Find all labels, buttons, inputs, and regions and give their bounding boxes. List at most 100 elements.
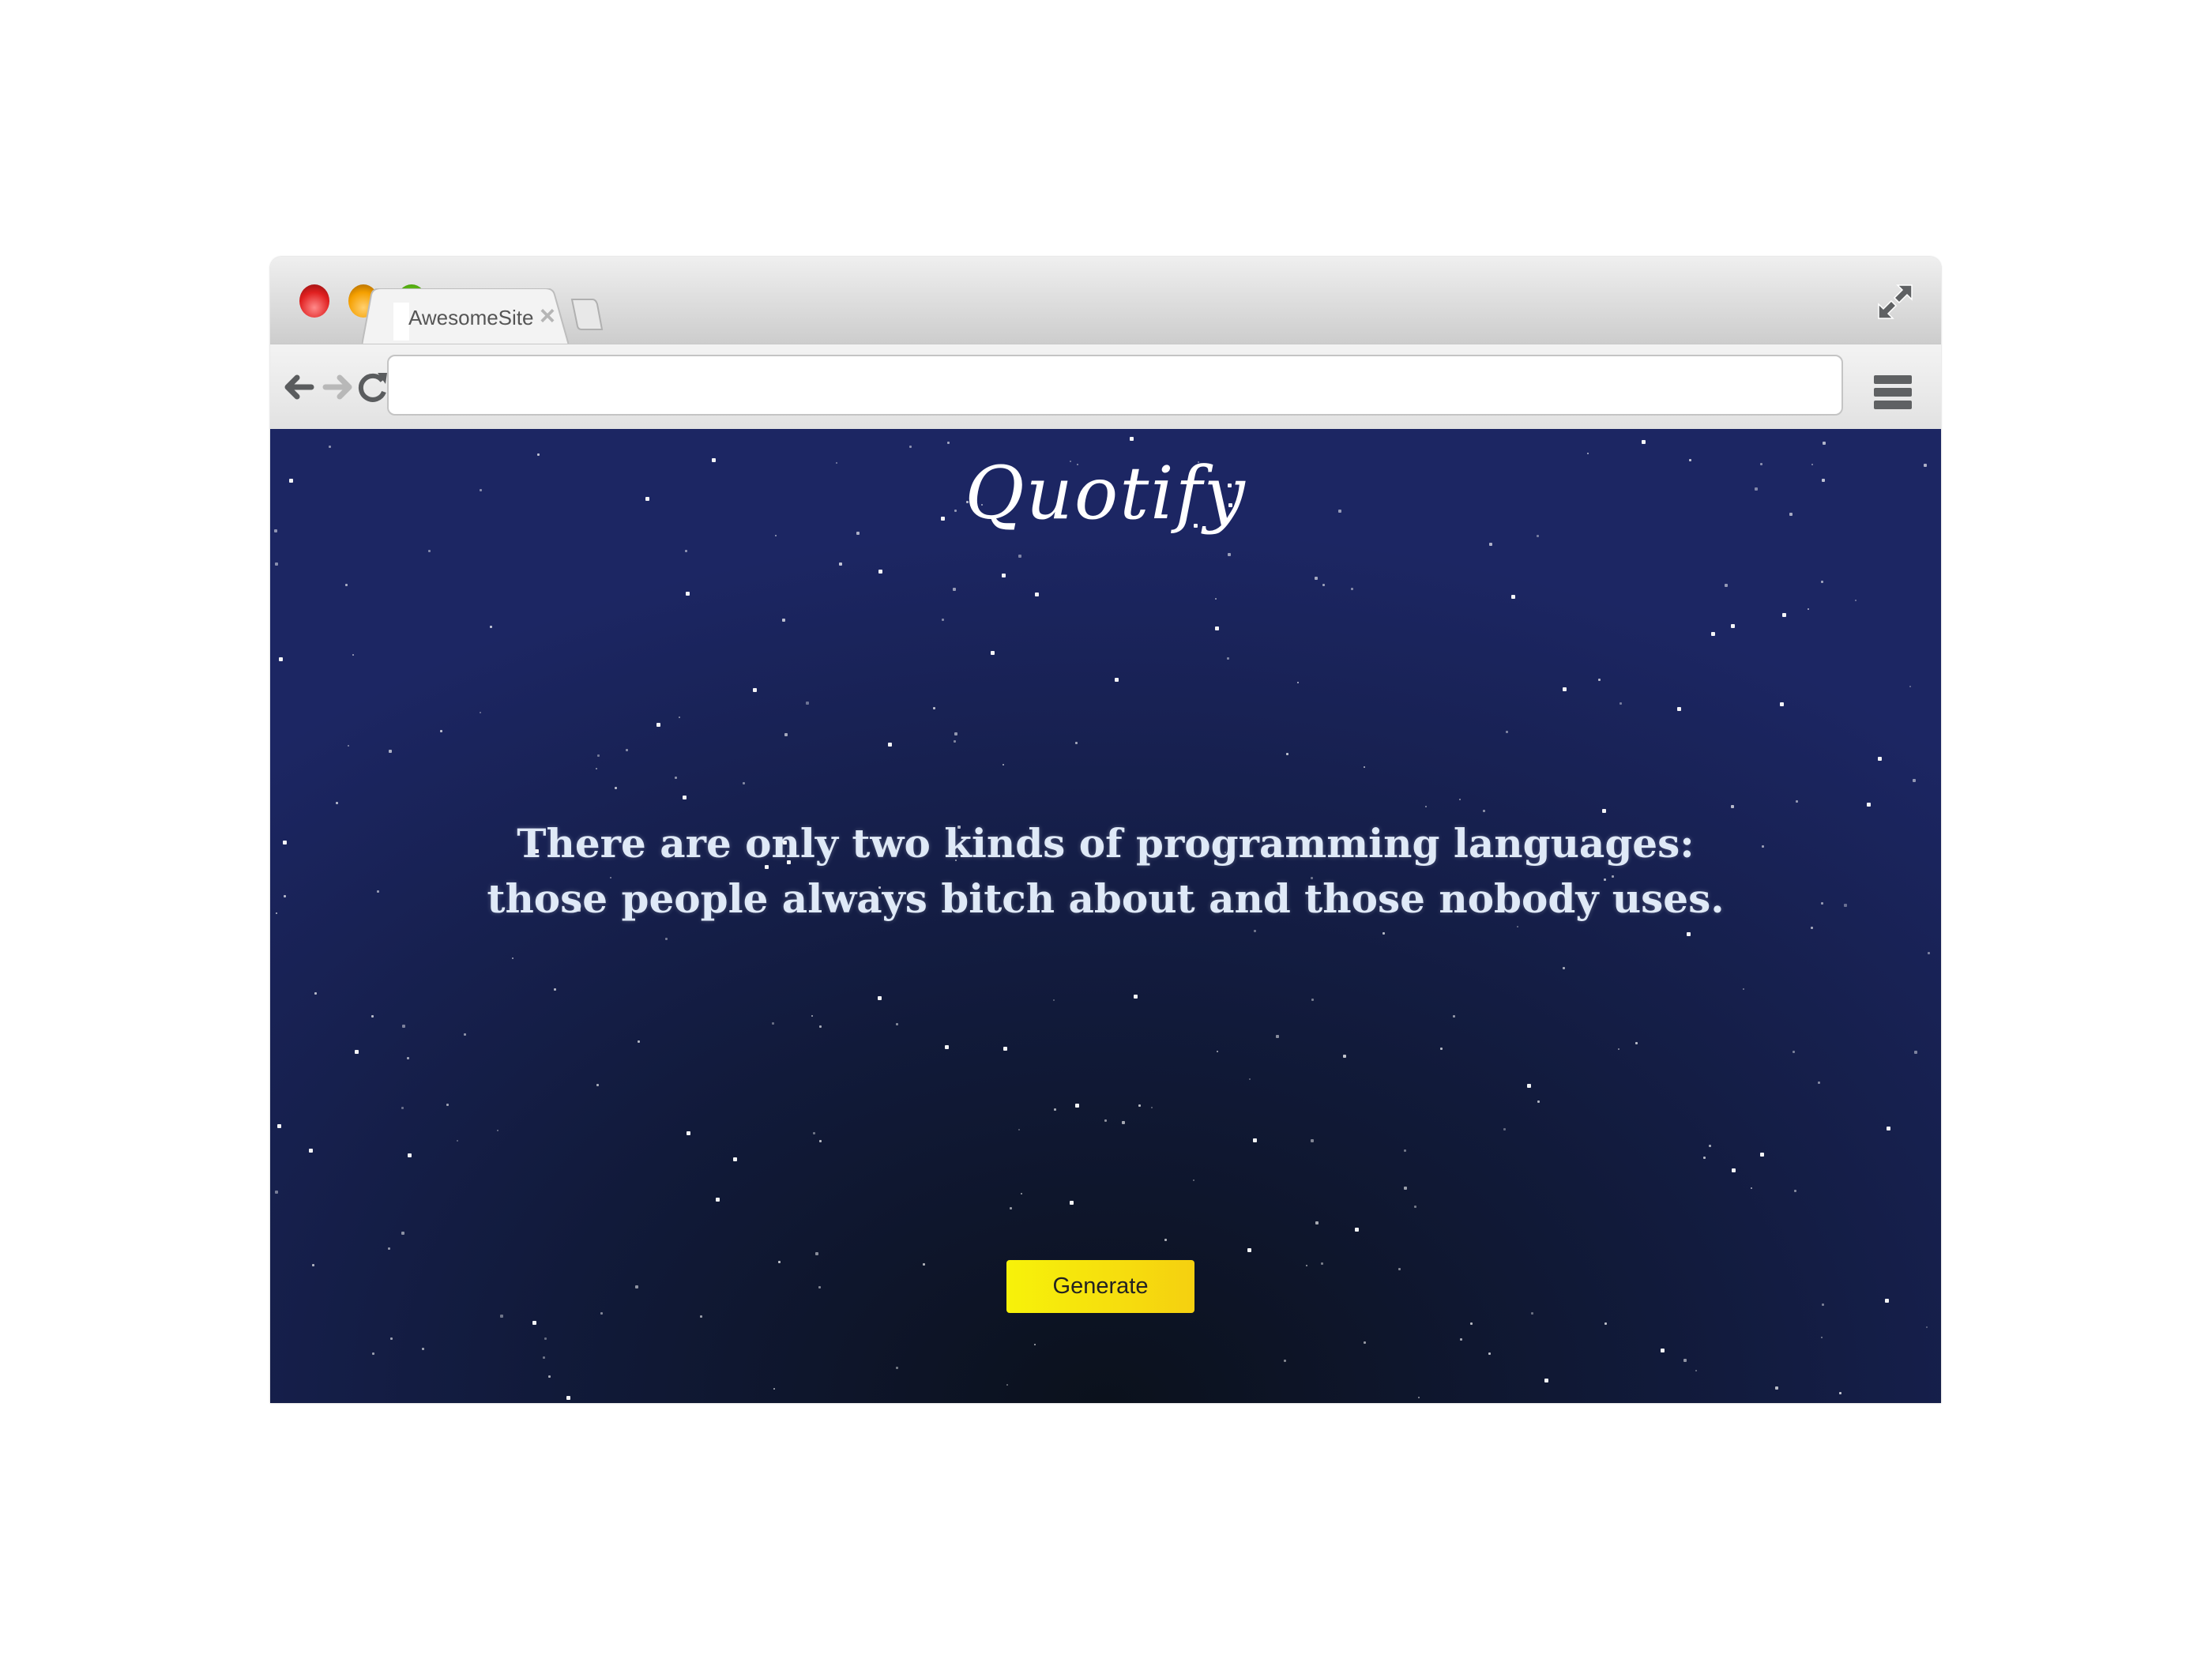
star — [1321, 1262, 1323, 1265]
star — [1453, 1015, 1455, 1018]
quote-line: those people always bitch about and thos… — [487, 875, 1725, 922]
star — [1364, 1341, 1366, 1344]
star — [1053, 999, 1055, 1001]
star — [1531, 1312, 1533, 1315]
tab-title: AwesomeSite — [408, 306, 534, 329]
star — [1460, 1338, 1462, 1341]
star — [683, 796, 687, 799]
star — [1070, 1201, 1074, 1205]
star — [1306, 1265, 1307, 1266]
star — [1193, 1179, 1194, 1181]
star — [947, 442, 950, 444]
star — [1343, 1055, 1346, 1058]
star — [490, 626, 492, 628]
star — [773, 1388, 775, 1390]
star — [1511, 595, 1515, 599]
star — [388, 1247, 390, 1250]
star — [1725, 584, 1728, 587]
star — [1075, 742, 1078, 744]
star — [733, 1157, 737, 1161]
star — [896, 1023, 898, 1025]
star — [554, 988, 556, 991]
star — [1563, 967, 1565, 969]
star — [753, 688, 757, 692]
star — [626, 749, 628, 751]
star — [1544, 1379, 1548, 1382]
forward-arrow-icon[interactable] — [319, 368, 357, 406]
star — [1602, 809, 1606, 813]
star — [352, 654, 354, 656]
star — [1122, 1121, 1125, 1124]
address-bar-input[interactable] — [387, 355, 1843, 416]
star — [1642, 440, 1646, 444]
star — [1604, 1322, 1607, 1325]
star — [407, 1057, 409, 1059]
star — [1075, 1104, 1079, 1108]
star — [543, 1356, 545, 1359]
back-arrow-icon[interactable] — [280, 368, 318, 406]
star — [548, 1375, 551, 1378]
star — [566, 1396, 570, 1400]
star — [954, 740, 956, 743]
new-tab-button[interactable] — [570, 298, 604, 333]
star — [544, 1337, 547, 1340]
star — [1018, 555, 1021, 558]
hamburger-menu-icon[interactable] — [1874, 375, 1912, 413]
star — [1488, 1352, 1491, 1355]
star — [665, 938, 668, 940]
star — [1503, 1128, 1506, 1130]
site-logo: Quotify — [965, 451, 1247, 536]
star — [440, 730, 442, 732]
star — [1440, 1048, 1443, 1050]
star — [1775, 1386, 1778, 1390]
star — [1914, 1051, 1917, 1054]
star — [638, 1040, 640, 1043]
star — [597, 754, 600, 757]
star — [464, 1033, 466, 1036]
star — [497, 1130, 498, 1131]
reload-icon[interactable] — [354, 368, 392, 406]
star — [1618, 1048, 1620, 1050]
star — [1215, 626, 1219, 630]
star — [888, 743, 892, 747]
star — [687, 1131, 690, 1135]
tab-bar: AwesomeSite × — [270, 257, 1941, 345]
star — [1855, 600, 1856, 601]
star — [401, 1232, 404, 1235]
star — [1355, 1228, 1359, 1232]
fullscreen-expand-icon[interactable] — [1877, 284, 1913, 320]
star — [1138, 1104, 1141, 1107]
star — [1794, 1190, 1796, 1192]
star — [1115, 678, 1119, 682]
star — [1760, 1153, 1764, 1157]
star — [1489, 543, 1492, 546]
star — [401, 1107, 404, 1109]
star — [1885, 1299, 1889, 1303]
close-icon[interactable]: × — [540, 301, 555, 332]
star — [1398, 1268, 1401, 1270]
star — [1909, 686, 1911, 687]
star — [345, 584, 348, 586]
star — [896, 1367, 898, 1369]
close-window-button[interactable] — [299, 284, 329, 318]
star — [1821, 581, 1823, 583]
star — [1661, 1349, 1665, 1352]
star — [1382, 932, 1385, 935]
star — [1878, 757, 1882, 761]
star — [512, 957, 514, 959]
star — [1867, 803, 1871, 807]
star — [772, 1022, 774, 1025]
star — [1620, 702, 1622, 705]
tab-awesomesite[interactable]: AwesomeSite × — [362, 288, 569, 345]
star — [371, 1015, 374, 1018]
generate-button[interactable]: Generate — [1006, 1260, 1194, 1313]
star — [784, 733, 788, 736]
star — [532, 1321, 536, 1325]
star — [1751, 1187, 1752, 1189]
star — [743, 782, 745, 784]
star — [1598, 679, 1601, 681]
star — [819, 1140, 822, 1142]
star — [923, 1263, 925, 1266]
star — [1276, 1035, 1279, 1038]
star — [1743, 988, 1744, 990]
